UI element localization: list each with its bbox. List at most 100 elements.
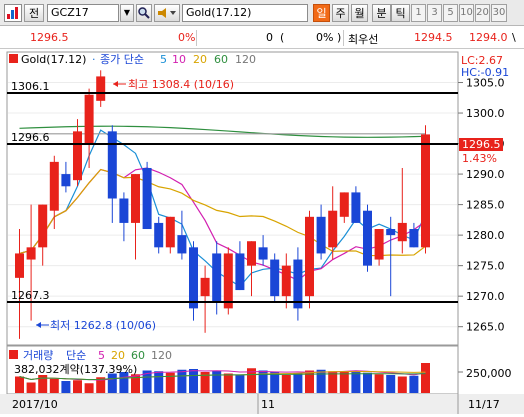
legend-dot: · [92,53,96,66]
low-note: 최저 1262.8 (10/06) [36,319,156,332]
volume-bar [293,373,303,393]
y-tick-label: 1275.0 [466,260,505,273]
y-tick-label: 1290.0 [466,168,505,181]
symbol-dropdown-button[interactable]: ▼ [120,4,134,22]
vol-ma-period-label: 20 [111,349,125,362]
svg-text:종가 단순: 종가 단순 [100,53,144,66]
minute-unit-button[interactable]: 5 [443,4,458,22]
order-button[interactable]: 전 [24,4,44,22]
ref-high-label: 1306.1 [11,80,50,93]
speaker-icon [158,8,176,18]
ask-price: 1294.5 [414,31,453,44]
candle [305,210,314,309]
y-tick-label: 1265.0 [466,321,505,334]
volume-value: 0 [266,31,273,44]
ma-period-label: 5 [160,53,167,66]
bid-price: 1294.0 [469,31,508,44]
volume-bar [235,375,245,393]
price-chart-svg[interactable]: 1305.01300.01295.01290.01285.01280.01275… [0,50,524,414]
quote-bar: 1296.5 0% 0 ( 0% ) 최우선 1294.5 1294.0 \ [0,27,524,49]
volume-bar [15,376,24,393]
tab-period-1[interactable]: 주 [332,4,349,22]
y-tick-label: 1300.0 [466,107,505,120]
search-button[interactable] [136,4,152,22]
divider [343,30,344,46]
ma-period-label: 120 [235,53,256,66]
vol-ma-period-label: 5 [98,349,105,362]
volume-bar [386,375,396,393]
ma-period-label: 10 [172,53,186,66]
volume-bar [49,378,59,393]
ma-period-label: 20 [193,53,207,66]
minute-unit-button[interactable]: 20 [475,4,490,22]
volume-bar [374,374,384,393]
hc-label: HC:-0.91 [461,66,509,79]
current-pct-label: 1.43% [462,152,497,165]
candle [223,247,233,315]
volume-bar [409,375,419,393]
volume-bar [270,372,280,393]
symbol-input[interactable]: GCZ17 [47,4,119,22]
sound-button[interactable] [154,4,180,22]
volume-bar [421,363,430,393]
toolbar: 전 GCZ17 ▼ Gold(17.12) 일주월분틱 1 3 5 10 20 30 [0,0,524,26]
divider [196,30,197,46]
x-axis-label: 11/17 [468,398,500,411]
current-price: 1296.5 [30,31,69,44]
search-icon [138,7,150,19]
volume-legend-swatch [9,350,18,359]
minute-unit-button[interactable]: 1 [411,4,426,22]
x-axis-label: 11 [261,398,275,411]
candle [363,204,372,272]
vol-ma-period-label: 120 [151,349,172,362]
minute-unit-button[interactable]: 10 [459,4,474,22]
candle [270,253,280,303]
svg-text:거래량: 거래량 [23,349,53,362]
minute-unit-button[interactable]: 30 [491,4,507,22]
price-legend: Gold(17.12) · 종가 단순 5 10 20 60 120 [9,53,256,66]
volume-value-note: 382,032계약(137.39%) [14,362,137,376]
volume-bar [339,372,349,393]
volume-bar [281,375,291,393]
candle [142,161,152,230]
volume-bar [328,371,338,393]
volume-bar [61,381,71,393]
symbol-icon[interactable] [4,4,22,22]
svg-text:최저 1262.8 (10/06): 최저 1262.8 (10/06) [50,319,156,332]
volume-bar [212,370,222,393]
tab-period-3[interactable]: 분 [372,4,391,22]
ask-label: 최우선 [348,33,379,46]
product-name-field: Gold(17.12) [182,4,308,22]
volume-bar [223,373,233,393]
volume-y-tick: 250,000 [466,367,512,380]
volume-bar [154,371,164,393]
volume-bar [363,372,372,393]
volume-bar [26,382,36,393]
ma-period-label: 60 [214,53,228,66]
tab-period-2[interactable]: 월 [351,4,368,22]
x-axis-label: 2017/10 [12,398,58,411]
current-price-marker-label: 1296.5 [462,138,501,151]
svg-text:Gold(17.12): Gold(17.12) [21,53,86,66]
volume-bar [397,376,407,393]
ref-mid-label: 1296.6 [11,131,50,144]
trail-mark: \ [512,31,516,44]
svg-text:단순: 단순 [66,349,86,362]
paren-close: ) [337,31,342,44]
tab-period-0[interactable]: 일 [313,4,330,22]
legend-color-swatch [9,54,18,63]
volume-bar [316,369,326,393]
chevron-down-icon: ▼ [123,8,131,17]
volume-bar [73,380,82,393]
chart-area[interactable]: 1305.01300.01295.01290.01285.01280.01275… [0,50,524,414]
minute-unit-button[interactable]: 3 [427,4,442,22]
change-percent: 0% [178,31,196,44]
y-tick-label: 1285.0 [466,199,505,212]
tab-period-4[interactable]: 틱 [391,4,410,22]
paren-open: ( [280,31,285,44]
volume-bar [107,373,117,393]
volume-percent: 0% [316,31,334,44]
y-tick-label: 1270.0 [466,290,505,303]
volume-bar [177,369,187,393]
svg-text:최고 1308.4 (10/16): 최고 1308.4 (10/16) [128,78,234,91]
